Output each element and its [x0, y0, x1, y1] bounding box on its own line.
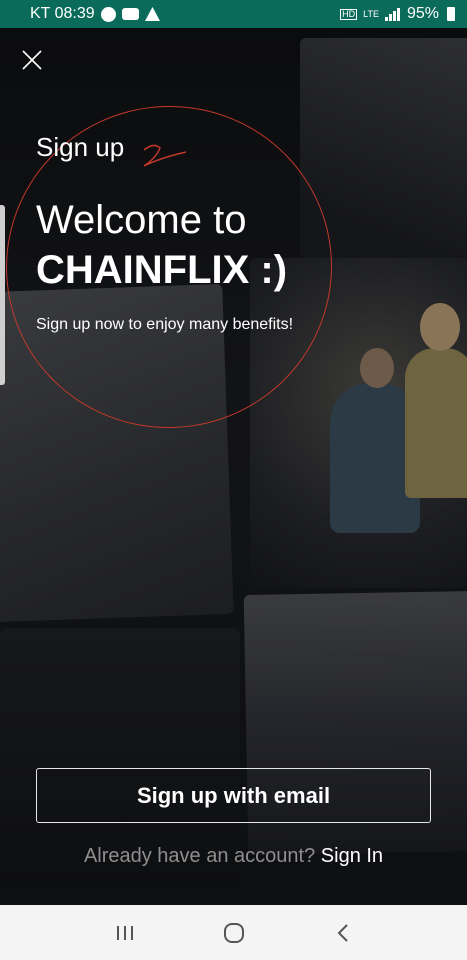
battery-icon — [447, 7, 455, 21]
back-icon — [337, 923, 348, 942]
carrier-time: KT 08:39 — [30, 5, 95, 22]
home-icon — [223, 922, 244, 943]
subtitle: Sign up now to enjoy many benefits! — [36, 316, 294, 333]
youtube-icon — [121, 8, 139, 20]
background-figure — [420, 303, 460, 351]
annotation-scribble — [143, 144, 187, 167]
warning-icon — [144, 7, 160, 21]
recents-button[interactable] — [105, 913, 145, 953]
signal-icon — [384, 7, 401, 21]
navigation-bar — [0, 905, 467, 960]
welcome-heading: Welcome to — [36, 198, 247, 242]
recents-icon — [116, 925, 133, 940]
brand-heading: CHAINFLIX :) — [36, 248, 288, 292]
close-icon — [22, 50, 42, 70]
background-figure — [360, 348, 394, 388]
signin-row: Already have an account? Sign In — [0, 845, 467, 868]
status-right: HD LTE 95% — [340, 5, 455, 23]
home-button[interactable] — [214, 913, 254, 953]
close-button[interactable] — [20, 48, 44, 72]
status-left: KT 08:39 — [30, 5, 160, 23]
edge-panel-handle[interactable] — [0, 205, 5, 385]
back-button[interactable] — [323, 913, 363, 953]
page-title: Sign up — [36, 132, 125, 162]
hd-icon: HD — [340, 8, 358, 20]
signup-email-button[interactable]: Sign up with email — [36, 768, 431, 823]
network-type: LTE — [363, 9, 379, 19]
battery-percent: 95% — [406, 5, 439, 22]
status-bar: KT 08:39 HD LTE 95% — [0, 0, 467, 28]
signin-prompt: Already have an account? — [83, 845, 316, 867]
background-figure — [405, 348, 467, 498]
signin-link[interactable]: Sign In — [321, 845, 383, 867]
telegram-icon — [100, 6, 116, 22]
